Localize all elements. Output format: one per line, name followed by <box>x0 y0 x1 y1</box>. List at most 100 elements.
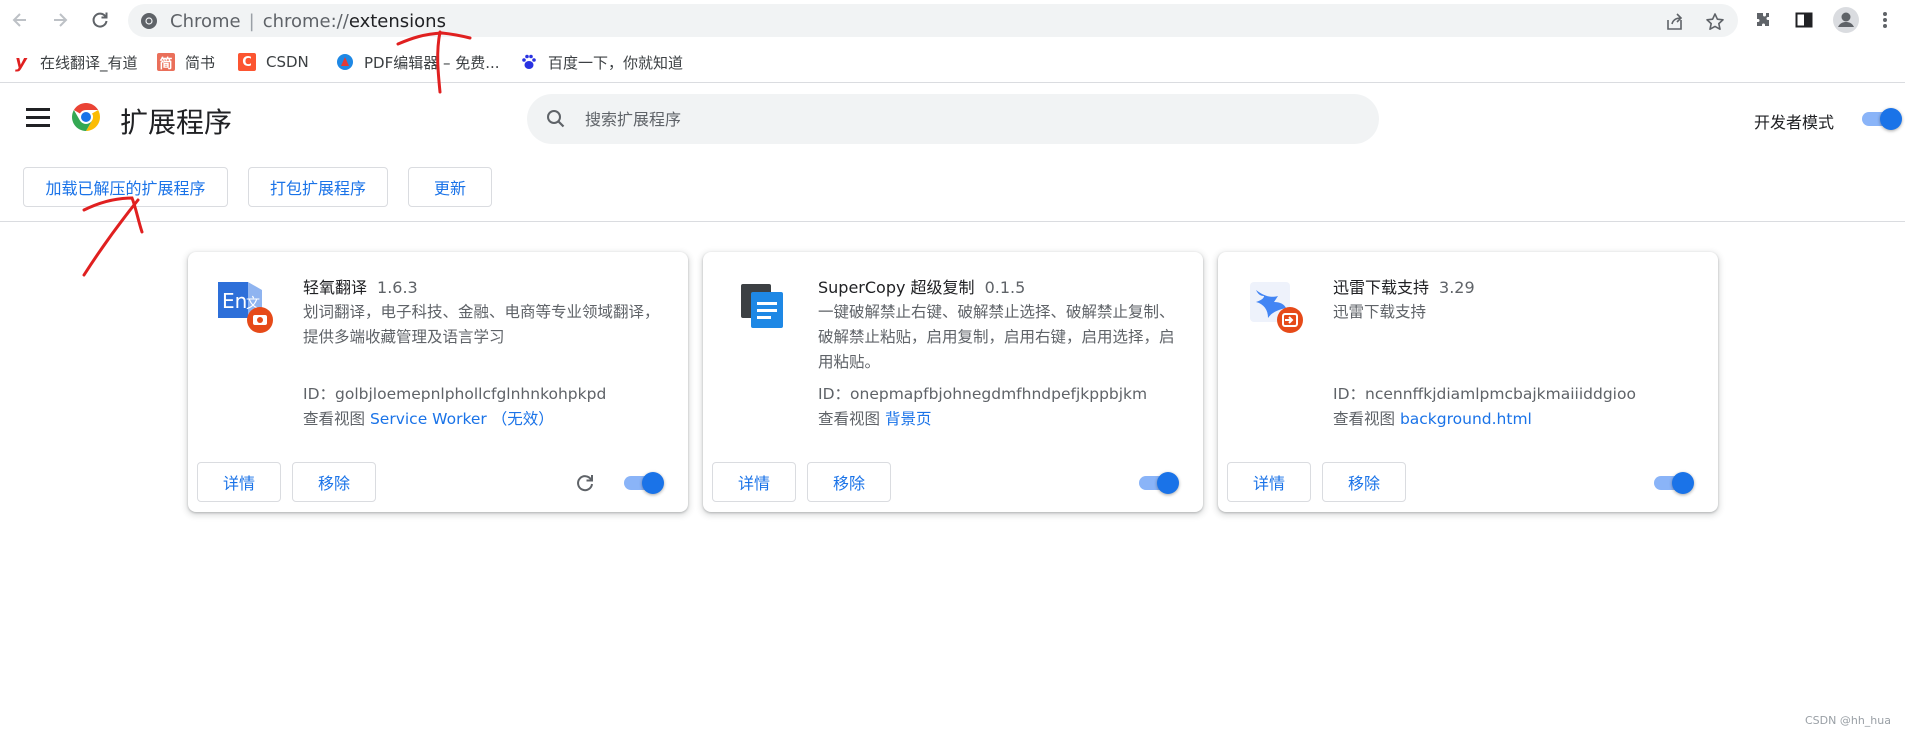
remove-button[interactable]: 移除 <box>292 462 376 502</box>
avatar-icon <box>1833 7 1859 33</box>
extension-version: 3.29 <box>1439 278 1475 297</box>
bookmarks-bar: y 在线翻译_有道 简 简书 C CSDN PDF编辑器 – 免费... 百度一… <box>0 42 1905 83</box>
extension-id-row: ID：onepmapfbjohnegdmfhndpefjkppbjkm <box>818 382 1147 404</box>
extension-name-row: 迅雷下载支持 3.29 <box>1333 274 1475 298</box>
baidu-paw-icon <box>520 53 538 71</box>
details-button[interactable]: 详情 <box>197 462 281 502</box>
supercopy-icon <box>733 278 789 334</box>
extension-id-row: ID：golbjloemepnlphollcfglnhnkohpkpd <box>303 382 606 404</box>
extension-name-row: 轻氧翻译 1.6.3 <box>303 274 418 298</box>
hamburger-menu-button[interactable] <box>26 108 50 128</box>
bookmark-label: 百度一下，你就知道 <box>548 53 684 72</box>
details-button[interactable]: 详情 <box>712 462 796 502</box>
extension-card: SuperCopy 超级复制 0.1.5 一键破解禁止右键、破解禁止选择、破解禁止… <box>703 252 1203 512</box>
bookmark-baidu[interactable]: 百度一下，你就知道 <box>520 50 683 74</box>
pdf-editor-icon <box>336 53 354 71</box>
youdao-icon: y <box>15 51 27 73</box>
chrome-window: Chrome | chrome://extensions y 在线翻译_有道 简… <box>0 0 1905 733</box>
views-label: 查看视图 <box>303 410 366 428</box>
bookmark-csdn[interactable]: C CSDN <box>238 50 309 74</box>
extension-description: 划词翻译，电子科技、金融、电商等专业领域翻译，提供多端收藏管理及语言学习 <box>303 303 660 346</box>
url-scheme: chrome:// <box>262 11 349 32</box>
bookmark-label: PDF编辑器 – 免费... <box>364 53 500 72</box>
developer-mode-label: 开发者模式 <box>1754 113 1835 132</box>
share-icon <box>1667 13 1683 30</box>
extensions-menu-button[interactable] <box>1750 7 1776 33</box>
search-icon <box>547 110 565 128</box>
url-text: Chrome | chrome://extensions <box>170 11 446 32</box>
bookmark-jianshu[interactable]: 简 简书 <box>157 50 215 74</box>
profile-button[interactable] <box>1833 7 1859 33</box>
puzzle-icon <box>1757 13 1769 26</box>
extension-name: 轻氧翻译 <box>303 278 368 297</box>
reload-extension-icon[interactable] <box>574 472 596 494</box>
extension-enable-toggle[interactable] <box>1139 472 1179 494</box>
bookmark-label: 在线翻译_有道 <box>40 53 138 72</box>
extension-enable-toggle[interactable] <box>624 472 664 494</box>
back-arrow-icon <box>12 13 26 27</box>
bookmark-pdf-editor[interactable]: PDF编辑器 – 免费... <box>336 50 500 74</box>
search-box[interactable] <box>527 94 1379 144</box>
url-host: extensions <box>348 11 446 32</box>
watermark: CSDN @hh_hua <box>1805 714 1891 727</box>
extension-version: 0.1.5 <box>984 278 1026 297</box>
back-button[interactable] <box>6 6 34 34</box>
side-panel-icon <box>1795 12 1813 28</box>
address-bar[interactable]: Chrome | chrome://extensions <box>128 4 1738 37</box>
extension-name: SuperCopy 超级复制 <box>818 278 975 297</box>
inspect-views-row: 查看视图 Service Worker （无效） <box>303 407 554 429</box>
chrome-logo-icon <box>72 103 100 131</box>
browser-toolbar: Chrome | chrome://extensions <box>0 0 1905 42</box>
bookmark-label: 简书 <box>185 53 216 72</box>
details-button[interactable]: 详情 <box>1227 462 1311 502</box>
reload-button[interactable] <box>86 6 114 34</box>
inspect-views-row: 查看视图 background.html <box>1333 407 1532 429</box>
chrome-site-icon <box>141 13 157 29</box>
id-label: ID： <box>303 385 336 403</box>
views-label: 查看视图 <box>1333 410 1396 428</box>
load-unpacked-button[interactable]: 加载已解压的扩展程序 <box>23 167 228 207</box>
extension-id: golbjloemepnlphollcfglnhnkohpkpd <box>335 385 607 403</box>
id-label: ID： <box>1333 385 1366 403</box>
remove-button[interactable]: 移除 <box>807 462 891 502</box>
reload-icon <box>92 12 108 28</box>
csdn-icon: C <box>238 53 256 71</box>
service-worker-link[interactable]: Service Worker （无效） <box>370 410 554 428</box>
extension-description: 一键破解禁止右键、破解禁止选择、破解禁止复制、破解禁止粘贴，启用复制，启用右键，… <box>818 303 1175 371</box>
bookmark-youdao[interactable]: y 在线翻译_有道 <box>12 50 138 74</box>
extension-card: 迅雷下载支持 3.29 迅雷下载支持 ID：ncennffkjdiamlpmcba… <box>1218 252 1718 512</box>
inspect-views-row: 查看视图 背景页 <box>818 407 931 429</box>
more-vert-icon <box>1883 12 1887 28</box>
extension-id: ncennffkjdiamlpmcbajkmaiiiddgioo <box>1365 385 1636 403</box>
forward-button[interactable] <box>46 6 74 34</box>
extension-name: 迅雷下载支持 <box>1333 278 1430 297</box>
jianshu-icon: 简 <box>157 53 175 72</box>
extension-id: onepmapfbjohnegdmfhndpefjkppbjkm <box>850 385 1148 403</box>
forward-arrow-icon <box>54 13 68 27</box>
background-html-link[interactable]: background.html <box>1400 410 1532 428</box>
star-icon <box>1706 13 1724 30</box>
extension-id-row: ID：ncennffkjdiamlpmcbajkmaiiiddgioo <box>1333 382 1636 404</box>
developer-mode-toggle[interactable] <box>1862 108 1902 130</box>
extension-card: En 文 轻氧翻译 1.6.3 划词翻译，电子科技、金融、电商等专业领域翻译，提供多… <box>188 252 688 512</box>
extensions-header: 扩展程序 开发者模式 <box>0 84 1905 154</box>
background-page-link[interactable]: 背景页 <box>885 410 932 428</box>
extension-description: 迅雷下载支持 <box>1333 303 1427 321</box>
update-button[interactable]: 更新 <box>408 167 492 207</box>
remove-button[interactable]: 移除 <box>1322 462 1406 502</box>
extension-enable-toggle[interactable] <box>1654 472 1694 494</box>
views-label: 查看视图 <box>818 410 881 428</box>
side-panel-button[interactable] <box>1791 7 1817 33</box>
pack-extension-button[interactable]: 打包扩展程序 <box>248 167 388 207</box>
site-label: Chrome <box>170 11 241 32</box>
bookmark-star-button[interactable] <box>1705 12 1725 32</box>
search-input[interactable] <box>585 107 1345 131</box>
developer-actions-bar: 加载已解压的扩展程序 打包扩展程序 更新 <box>0 154 1905 222</box>
page-title: 扩展程序 <box>120 106 233 139</box>
svg-text:En: En <box>222 289 247 313</box>
bookmark-label: CSDN <box>266 53 309 71</box>
extension-version: 1.6.3 <box>377 278 418 297</box>
chrome-menu-button[interactable] <box>1872 7 1898 33</box>
extension-name-row: SuperCopy 超级复制 0.1.5 <box>818 274 1025 298</box>
share-button[interactable] <box>1665 12 1685 32</box>
